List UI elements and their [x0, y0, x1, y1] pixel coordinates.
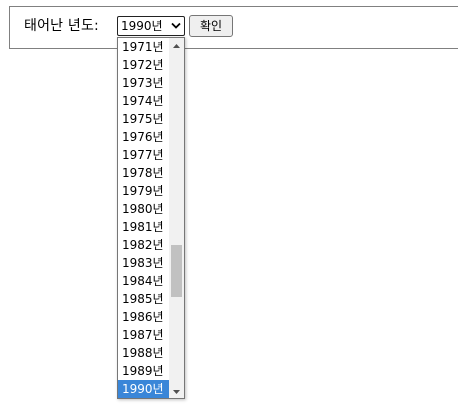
- dropdown-option[interactable]: 1976년: [118, 128, 169, 146]
- dropdown-option[interactable]: 1987년: [118, 326, 169, 344]
- dropdown-option[interactable]: 1986년: [118, 308, 169, 326]
- scroll-down-arrow-icon[interactable]: [169, 384, 184, 398]
- select-value: 1990년: [121, 19, 163, 33]
- year-dropdown-list: 1971년 1972년 1973년 1974년 1975년 1976년 1977년 1978년…: [117, 37, 185, 399]
- dropdown-option[interactable]: 1981년: [118, 218, 169, 236]
- dropdown-option[interactable]: 1989년: [118, 362, 169, 380]
- dropdown-option[interactable]: 1973년: [118, 74, 169, 92]
- dropdown-option[interactable]: 1975년: [118, 110, 169, 128]
- birth-year-select[interactable]: 1990년: [117, 16, 185, 36]
- dropdown-option[interactable]: 1990년: [118, 380, 169, 398]
- dropdown-option[interactable]: 1985년: [118, 290, 169, 308]
- dropdown-option[interactable]: 1988년: [118, 344, 169, 362]
- dropdown-option[interactable]: 1972년: [118, 56, 169, 74]
- dropdown-option[interactable]: 1971년: [118, 38, 169, 56]
- scroll-up-arrow-icon[interactable]: [169, 38, 184, 52]
- dropdown-option[interactable]: 1980년: [118, 200, 169, 218]
- dropdown-option[interactable]: 1974년: [118, 92, 169, 110]
- dropdown-option[interactable]: 1977년: [118, 146, 169, 164]
- dropdown-option[interactable]: 1984년: [118, 272, 169, 290]
- birth-year-label: 태어난 년도:: [24, 18, 99, 34]
- dropdown-option[interactable]: 1979년: [118, 182, 169, 200]
- scrollbar[interactable]: [169, 38, 184, 398]
- chevron-down-icon: [170, 17, 182, 35]
- dropdown-option[interactable]: 1983년: [118, 254, 169, 272]
- dropdown-option[interactable]: 1982년: [118, 236, 169, 254]
- confirm-button[interactable]: 확인: [189, 15, 233, 37]
- scroll-thumb[interactable]: [171, 245, 182, 297]
- dropdown-option[interactable]: 1978년: [118, 164, 169, 182]
- option-list: 1971년 1972년 1973년 1974년 1975년 1976년 1977년 1978년…: [118, 38, 169, 398]
